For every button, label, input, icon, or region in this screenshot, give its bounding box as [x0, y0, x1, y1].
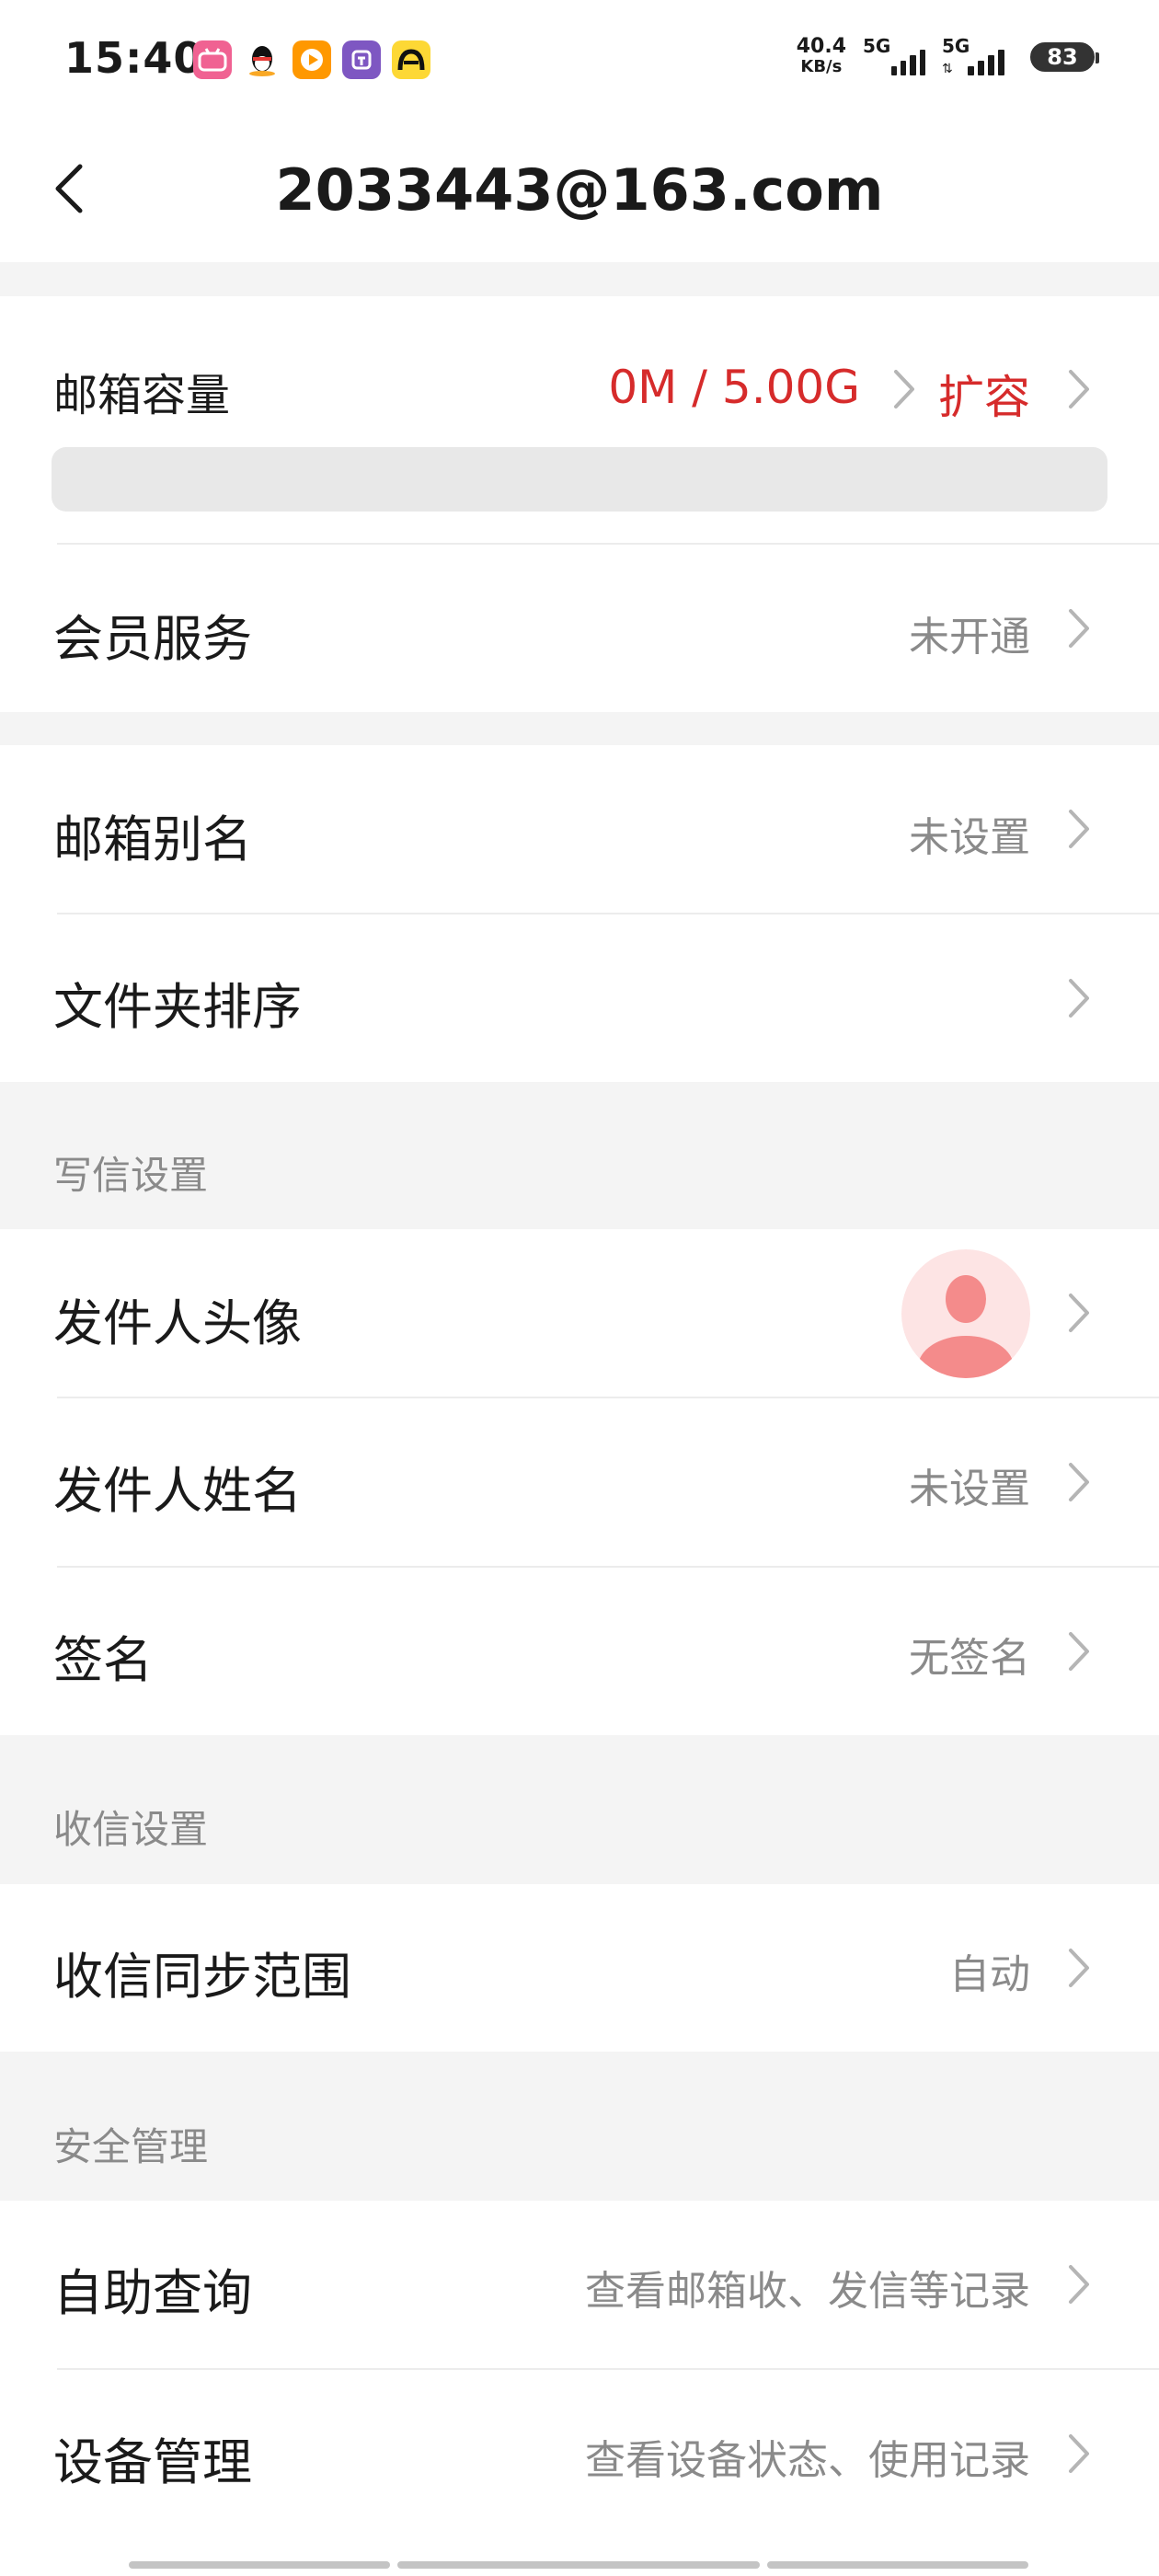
- sync-range-value: 自动: [949, 1951, 1030, 1998]
- avatar[interactable]: [901, 1249, 1030, 1378]
- chevron-right-icon: [1069, 609, 1089, 648]
- gesture-bar: [397, 2561, 760, 2569]
- signal-2-icon: 5G ⇅: [942, 35, 1014, 75]
- yellow-app-icon: [392, 40, 430, 79]
- folder-sort-label: 文件夹排序: [53, 978, 302, 1036]
- signal-2-label: 5G: [942, 35, 970, 57]
- chevron-right-icon: [1069, 810, 1089, 848]
- member-service-row[interactable]: 会员服务 未开通: [0, 545, 1159, 712]
- status-bar: 15:40 40.4 KB/s 5G 5G ⇅ 83: [0, 0, 1159, 120]
- chevron-right-icon: [1069, 1632, 1089, 1671]
- signal-1-label: 5G: [863, 35, 891, 57]
- section-title-security: 安全管理: [53, 2124, 209, 2169]
- mailbox-alias-label: 邮箱别名: [53, 811, 252, 868]
- chevron-right-icon: [1069, 979, 1089, 1018]
- section-title-receive: 收信设置: [53, 1807, 209, 1852]
- section-title-compose: 写信设置: [53, 1153, 209, 1198]
- sender-name-value: 未设置: [909, 1466, 1030, 1512]
- expand-storage-button[interactable]: 扩容: [938, 361, 1030, 427]
- battery-level: 83: [1047, 44, 1078, 70]
- qq-app-icon: [243, 40, 281, 79]
- network-speed-unit: KB/s: [800, 57, 843, 76]
- mailbox-alias-row[interactable]: 邮箱别名 未设置: [0, 745, 1159, 913]
- chevron-right-icon: [894, 370, 914, 408]
- signal-1-icon: 5G: [863, 35, 926, 75]
- user-avatar-icon: [918, 1275, 1014, 1378]
- self-query-label: 自助查询: [53, 2264, 252, 2322]
- device-management-label: 设备管理: [53, 2433, 252, 2491]
- folder-sort-row[interactable]: 文件夹排序: [0, 914, 1159, 1082]
- tieba-app-icon: [342, 40, 381, 79]
- storage-usage-link[interactable]: 0M / 5.00G: [608, 361, 860, 414]
- battery-icon: 83: [1030, 42, 1099, 72]
- chevron-right-icon: [1069, 1294, 1089, 1332]
- page-title: 2033443@163.com: [275, 156, 884, 224]
- gesture-bar: [767, 2561, 1028, 2569]
- device-management-value: 查看设备状态、使用记录: [585, 2437, 1030, 2484]
- signature-row[interactable]: 签名 无签名: [0, 1568, 1159, 1735]
- network-speed: 40.4 KB/s: [797, 37, 846, 77]
- chevron-right-icon: [1069, 1463, 1089, 1501]
- member-service-value: 未开通: [909, 614, 1030, 661]
- sync-range-label: 收信同步范围: [53, 1948, 351, 2006]
- status-time: 15:40: [64, 33, 204, 83]
- signature-value: 无签名: [909, 1635, 1030, 1682]
- self-query-value: 查看邮箱收、发信等记录: [585, 2268, 1030, 2315]
- settings-screen: 15:40 40.4 KB/s 5G 5G ⇅ 83 2033443@163.c…: [0, 0, 1159, 2576]
- chevron-right-icon: [1069, 2434, 1089, 2473]
- storage-progress-bar: [52, 447, 1107, 512]
- mailbox-alias-value: 未设置: [909, 814, 1030, 861]
- device-management-row[interactable]: 设备管理 查看设备状态、使用记录: [0, 2370, 1159, 2537]
- notification-icons: [193, 40, 430, 79]
- chevron-right-icon: [1069, 370, 1089, 408]
- storage-label: 邮箱容量: [53, 370, 231, 421]
- sync-range-row[interactable]: 收信同步范围 自动: [0, 1884, 1159, 2052]
- bilibili-app-icon: [193, 40, 232, 79]
- self-query-row[interactable]: 自助查询 查看邮箱收、发信等记录: [0, 2201, 1159, 2368]
- sender-name-label: 发件人姓名: [53, 1462, 302, 1520]
- chevron-right-icon: [1069, 1949, 1089, 1987]
- status-indicators: 40.4 KB/s 5G 5G ⇅ 83: [797, 35, 1099, 77]
- sender-avatar-label: 发件人头像: [53, 1294, 302, 1352]
- chevron-right-icon: [1069, 2265, 1089, 2304]
- sender-name-row[interactable]: 发件人姓名 未设置: [0, 1398, 1159, 1566]
- signature-label: 签名: [53, 1631, 153, 1689]
- network-speed-value: 40.4: [796, 35, 846, 58]
- member-service-label: 会员服务: [53, 610, 252, 668]
- video-app-icon: [293, 40, 331, 79]
- gesture-bar: [129, 2561, 390, 2569]
- top-app-bar: 2033443@163.com: [0, 120, 1159, 262]
